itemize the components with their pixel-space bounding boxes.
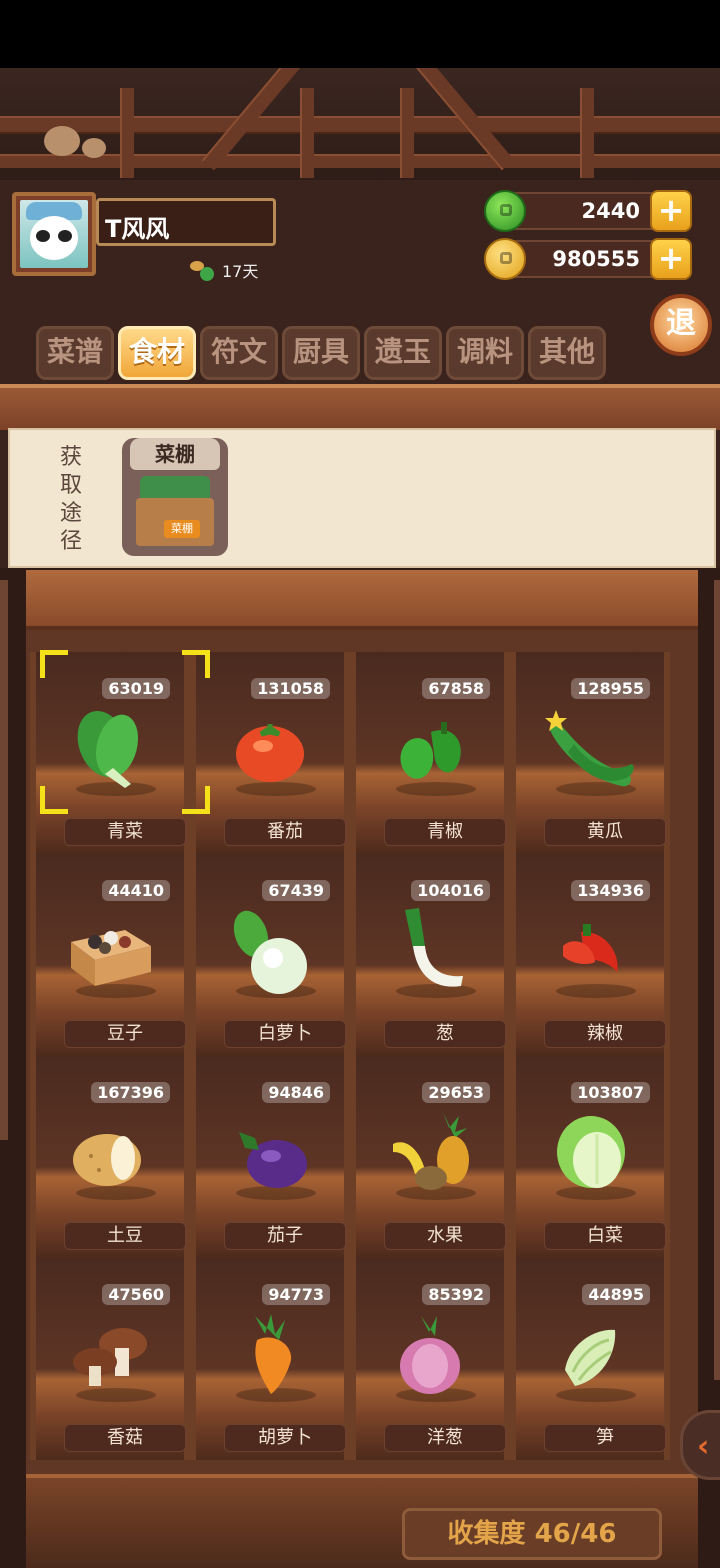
- gold-coin-icon: [484, 238, 526, 280]
- ingredient-slot-bamboo-shoot[interactable]: 44895 笋: [510, 1258, 670, 1460]
- ingredient-slot-bok-choy[interactable]: 63019 青菜: [30, 652, 190, 854]
- ingredient-slot-fruit[interactable]: 29653 水果: [350, 1056, 510, 1258]
- mushroom-icon: [73, 1328, 147, 1386]
- tab-recipes[interactable]: 菜谱: [36, 326, 114, 380]
- source-vegetable-shed[interactable]: 菜棚 菜棚: [122, 438, 228, 556]
- bok-choy-icon: [77, 711, 139, 788]
- ingredient-name: 水果: [384, 1222, 506, 1250]
- ingredient-slot-eggplant[interactable]: 94846 茄子: [190, 1056, 350, 1258]
- tomato-icon: [236, 724, 304, 782]
- days-icon: [190, 259, 216, 281]
- ingredient-count: 44410: [102, 880, 170, 901]
- ingredient-slot-mushroom[interactable]: 47560 香菇: [30, 1258, 190, 1460]
- ingredient-slot-carrot[interactable]: 94773 胡萝卜: [190, 1258, 350, 1460]
- onion-icon: [400, 1316, 460, 1394]
- ingredient-name: 茄子: [224, 1222, 346, 1250]
- add-jade-button[interactable]: +: [650, 190, 692, 232]
- ingredient-count: 85392: [422, 1284, 490, 1305]
- ingredient-slot-onion[interactable]: 85392 洋葱: [350, 1258, 510, 1460]
- tab-relic-jade[interactable]: 遗玉: [364, 326, 442, 380]
- cucumber-icon: [545, 710, 634, 787]
- ingredient-count: 67439: [262, 880, 330, 901]
- ingredient-count: 104016: [411, 880, 490, 901]
- green-pepper-icon: [400, 722, 461, 779]
- ingredient-count: 63019: [102, 678, 170, 699]
- source-panel: 获取途径 菜棚 菜棚: [8, 428, 716, 568]
- potato-icon: [73, 1134, 141, 1186]
- eggplant-icon: [239, 1132, 307, 1188]
- ingredient-count: 94846: [262, 1082, 330, 1103]
- ingredient-count: 131058: [251, 678, 330, 699]
- ingredient-name: 葱: [384, 1020, 506, 1048]
- ingredient-name: 辣椒: [544, 1020, 666, 1048]
- days-label: 17天: [222, 262, 259, 281]
- napa-cabbage-icon: [557, 1116, 625, 1188]
- tab-ingredients[interactable]: 食材: [118, 326, 196, 380]
- ingredient-name: 笋: [544, 1424, 666, 1452]
- ingredient-slot-scallion[interactable]: 104016 葱: [350, 854, 510, 1056]
- source-card-title: 菜棚: [130, 438, 220, 470]
- ingredient-count: 167396: [91, 1082, 170, 1103]
- ingredient-name: 青菜: [64, 818, 186, 846]
- ingredient-name: 黄瓜: [544, 818, 666, 846]
- ingredient-count: 47560: [102, 1284, 170, 1305]
- ingredient-count: 134936: [571, 880, 650, 901]
- coin-value: 980555: [552, 247, 640, 271]
- ingredient-name: 白菜: [544, 1222, 666, 1250]
- ingredient-slot-cucumber[interactable]: 128955 黄瓜: [510, 652, 670, 854]
- shelf-header-board: [26, 570, 698, 630]
- ingredient-count: 67858: [422, 678, 490, 699]
- vegetable-shed-icon: 菜棚: [134, 476, 216, 548]
- ingredient-count: 94773: [262, 1284, 330, 1305]
- ingredient-slot-beans[interactable]: 44410 豆子: [30, 854, 190, 1056]
- fruit-icon: [393, 1112, 469, 1190]
- tab-others[interactable]: 其他: [528, 326, 606, 380]
- shelf-top-board: [0, 384, 720, 430]
- jade-coin-icon: [484, 190, 526, 232]
- carrot-icon: [255, 1314, 292, 1394]
- exit-button[interactable]: 退: [650, 294, 712, 356]
- ingredient-name: 香菇: [64, 1424, 186, 1452]
- bamboo-shoot-icon: [565, 1329, 616, 1386]
- ingredient-count: 128955: [571, 678, 650, 699]
- ingredient-slot-tomato[interactable]: 131058 番茄: [190, 652, 350, 854]
- ingredient-slot-white-radish[interactable]: 67439 白萝卜: [190, 854, 350, 1056]
- collection-progress: 收集度 46/46: [402, 1508, 662, 1560]
- login-days: 17天: [190, 256, 258, 284]
- scallion-icon: [405, 908, 463, 987]
- beans-box-icon: [71, 930, 151, 986]
- ingredient-grid: 63019 青菜 131058 番茄 67858 青椒 128955 黄瓜 44…: [30, 652, 694, 1460]
- source-label: 获取途径: [60, 445, 83, 554]
- avatar[interactable]: [12, 192, 96, 276]
- jade-currency: 2440 +: [484, 190, 692, 232]
- ingredient-slot-green-pepper[interactable]: 67858 青椒: [350, 652, 510, 854]
- ingredient-slot-potato[interactable]: 167396 土豆: [30, 1056, 190, 1258]
- ingredient-name: 胡萝卜: [224, 1424, 346, 1452]
- white-radish-icon: [233, 910, 307, 994]
- roof-rafters: [0, 68, 720, 188]
- ingredient-name: 豆子: [64, 1020, 186, 1048]
- add-coin-button[interactable]: +: [650, 238, 692, 280]
- tab-seasonings[interactable]: 调料: [446, 326, 524, 380]
- ingredient-name: 白萝卜: [224, 1020, 346, 1048]
- tab-runes[interactable]: 符文: [200, 326, 278, 380]
- ingredient-slot-napa-cabbage[interactable]: 103807 白菜: [510, 1056, 670, 1258]
- tab-cookware[interactable]: 厨具: [282, 326, 360, 380]
- coin-currency: 980555 +: [484, 238, 692, 280]
- ingredient-count: 44895: [582, 1284, 650, 1305]
- category-tabs: 菜谱 食材 符文 厨具 遗玉 调料 其他: [36, 326, 606, 380]
- chick-icon: [44, 126, 80, 156]
- chili-icon: [563, 924, 618, 972]
- arrow-left-icon: ‹: [697, 1429, 710, 1464]
- ingredient-count: 29653: [422, 1082, 490, 1103]
- ingredient-slot-chili[interactable]: 134936 辣椒: [510, 854, 670, 1056]
- ingredient-name: 洋葱: [384, 1424, 506, 1452]
- jade-value: 2440: [581, 199, 640, 223]
- ingredient-name: 青椒: [384, 818, 506, 846]
- player-name: T风风: [96, 198, 276, 246]
- ingredient-name: 番茄: [224, 818, 346, 846]
- ingredient-name: 土豆: [64, 1222, 186, 1250]
- status-bar: [0, 0, 720, 68]
- ingredient-count: 103807: [571, 1082, 650, 1103]
